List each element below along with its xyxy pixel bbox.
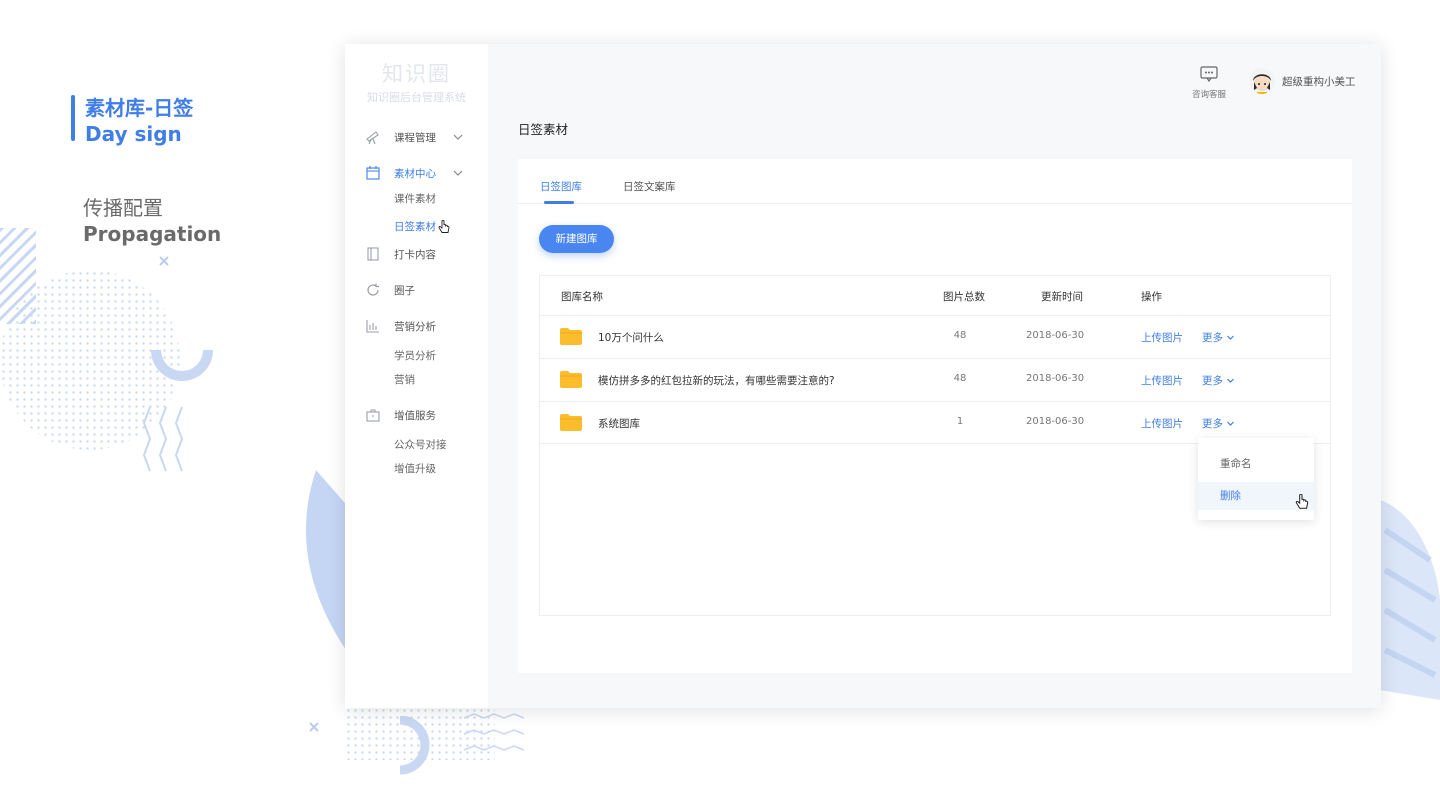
sidebar-subitem-upgrade[interactable]: 增值升级 [394,461,436,476]
sidebar-subitem-student-analysis[interactable]: 学员分析 [394,348,436,363]
dot-decoration-bottom [345,700,495,760]
hand-cursor-icon [1295,494,1309,509]
sidebar-item-label: 课程管理 [394,131,436,144]
wave-decoration [463,713,525,751]
sidebar-item-label: 素材中心 [394,167,436,180]
tabs-divider [518,203,1352,204]
page-title: 日签素材 [518,122,569,137]
more-label: 更多 [1202,418,1223,430]
cross-decoration [159,256,169,266]
library-name[interactable]: 模仿拼多多的红包拉新的玩法，有哪些需要注意的? [598,373,835,388]
upload-images-link[interactable]: 上传图片 [1141,373,1183,388]
refresh-icon [365,282,381,298]
chevron-down-icon [1227,335,1234,340]
folder-icon [560,328,582,345]
sidebar-item-label: 圈子 [394,284,415,297]
column-header-actions: 操作 [1141,291,1162,303]
briefcase-icon [365,407,381,423]
sidebar: 知识圈 知识圈后台管理系统 课程管理 素材中心 课件素材 日签素材 打卡内容 圈… [345,44,488,708]
sidebar-item-label: 增值服务 [394,409,436,422]
chevron-down-icon [1227,421,1234,426]
column-header-name: 图库名称 [561,291,603,303]
upload-images-link[interactable]: 上传图片 [1141,416,1183,431]
brand-logo: 知识圈 [382,62,451,86]
sidebar-item-label: 营销分析 [394,320,436,333]
sidebar-item-checkin[interactable]: 打卡内容 [365,244,436,264]
telescope-icon [365,129,381,145]
notebook-icon [365,246,381,262]
caption-subtitle-en: Propagation [83,222,222,246]
image-count: 1 [956,416,964,427]
more-label: 更多 [1202,332,1223,344]
stage: 素材库-日签 Day sign 传播配置 Propagation 知识圈 知识圈… [0,0,1440,810]
chevron-down-icon[interactable] [451,166,465,180]
tab-copy-library[interactable]: 日签文案库 [623,179,676,194]
sidebar-subitem-wechat[interactable]: 公众号对接 [394,437,447,452]
image-count: 48 [953,373,967,384]
fern-decoration [1380,500,1440,700]
customer-service-button[interactable]: 咨询客服 [1191,66,1227,100]
menu-item-rename[interactable]: 重命名 [1198,450,1314,478]
caption-title-cn: 素材库-日签 [85,96,194,120]
app-window: 知识圈 知识圈后台管理系统 课程管理 素材中心 课件素材 日签素材 打卡内容 圈… [345,44,1381,708]
more-label: 更多 [1202,375,1223,387]
arc-decoration [151,349,213,381]
caption-subtitle-cn: 传播配置 [83,196,163,220]
sidebar-item-circle[interactable]: 圈子 [365,280,415,300]
sidebar-subitem-courseware[interactable]: 课件素材 [394,191,436,206]
new-library-button[interactable]: 新建图库 [539,225,614,253]
bar-chart-icon [365,318,381,334]
tab-active-indicator [544,201,574,204]
sidebar-item-material[interactable]: 素材中心 [365,163,463,183]
sidebar-subitem-marketing[interactable]: 营销 [394,372,415,387]
sidebar-item-value-service[interactable]: 增值服务 [365,405,436,425]
username[interactable]: 超级重构小美工 [1282,74,1356,89]
calendar-icon [365,165,381,181]
library-name[interactable]: 系统图库 [598,416,640,431]
chat-bubble-icon [1200,66,1218,83]
folder-icon [560,371,582,388]
update-date: 2018-06-30 [1026,373,1085,384]
dot-decoration [0,270,180,450]
zigzag-decoration [142,406,184,472]
sidebar-item-label: 打卡内容 [394,248,436,261]
update-date: 2018-06-30 [1026,416,1085,427]
hand-cursor-icon [438,220,450,233]
more-dropdown-trigger[interactable]: 更多 [1202,373,1235,388]
caption-accent-bar [71,95,75,141]
folder-icon [560,414,582,431]
table-row: 10万个问什么 48 2018-06-30 上传图片 更多 [540,315,1330,358]
caption-title-en: Day sign [85,122,182,146]
more-dropdown-menu: 重命名 删除 [1198,438,1314,520]
stripe-decoration [0,228,36,324]
arc-decoration-bottom [399,716,430,775]
sidebar-item-marketing[interactable]: 营销分析 [365,316,436,336]
column-header-date: 更新时间 [1041,291,1083,303]
image-count: 48 [953,330,967,341]
content-card: 日签图库 日签文案库 新建图库 图库名称 图片总数 更新时间 操作 10万个问什… [518,159,1352,673]
column-header-count: 图片总数 [943,291,985,303]
avatar[interactable] [1249,68,1275,94]
tab-image-library[interactable]: 日签图库 [540,179,582,194]
table-row: 模仿拼多多的红包拉新的玩法，有哪些需要注意的? 48 2018-06-30 上传… [540,358,1330,401]
sidebar-item-course[interactable]: 课程管理 [365,127,463,147]
upload-images-link[interactable]: 上传图片 [1141,330,1183,345]
chevron-down-icon[interactable] [451,130,465,144]
sidebar-subitem-daysign[interactable]: 日签素材 [394,219,436,234]
customer-service-label: 咨询客服 [1191,90,1226,100]
chevron-down-icon [1227,378,1234,383]
update-date: 2018-06-30 [1026,330,1085,341]
more-dropdown-trigger[interactable]: 更多 [1202,416,1235,431]
brand-subtitle: 知识圈后台管理系统 [367,91,466,104]
library-name[interactable]: 10万个问什么 [598,330,664,345]
more-dropdown-trigger[interactable]: 更多 [1202,330,1235,345]
cross-decoration-bottom [309,722,319,732]
